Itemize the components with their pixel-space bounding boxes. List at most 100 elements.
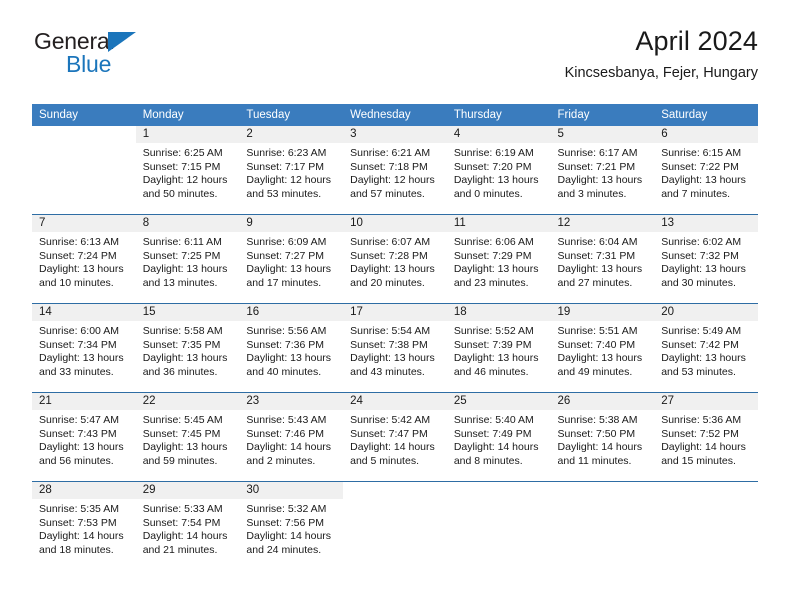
day-sun-details: Sunrise: 5:52 AM Sunset: 7:39 PM Dayligh… <box>453 325 539 378</box>
day-cell[interactable]: 4 Sunrise: 6:19 AM Sunset: 7:20 PM Daylig… <box>446 126 551 215</box>
day-number: 19 <box>550 304 655 321</box>
day-number: 15 <box>135 304 240 321</box>
calendar-grid: Sunday Monday Tuesday Wednesday Thursday… <box>32 104 758 570</box>
day-number: 7 <box>32 215 136 232</box>
day-sun-details: Sunrise: 6:21 AM Sunset: 7:18 PM Dayligh… <box>350 147 435 200</box>
day-cell-inner: 26 Sunrise: 5:38 AM Sunset: 7:50 PM Dayli… <box>550 393 655 481</box>
general-blue-logo[interactable]: General Blue <box>34 30 214 76</box>
day-cell[interactable]: 8 Sunrise: 6:11 AM Sunset: 7:25 PM Daylig… <box>135 214 240 304</box>
weekday-header-row: Sunday Monday Tuesday Wednesday Thursday… <box>32 104 758 126</box>
day-cell[interactable]: 1 Sunrise: 6:25 AM Sunset: 7:15 PM Daylig… <box>135 126 240 215</box>
day-sun-details <box>32 143 136 147</box>
day-cell[interactable]: 26 Sunrise: 5:38 AM Sunset: 7:50 PM Dayli… <box>550 392 655 482</box>
day-cell[interactable]: 25 Sunrise: 5:40 AM Sunset: 7:49 PM Dayli… <box>446 392 551 482</box>
day-cell[interactable]: 5 Sunrise: 6:17 AM Sunset: 7:21 PM Daylig… <box>550 126 655 215</box>
day-number: 30 <box>239 482 344 499</box>
triangle-icon <box>108 32 136 52</box>
day-cell[interactable]: 29 Sunrise: 5:33 AM Sunset: 7:54 PM Dayli… <box>135 481 240 570</box>
day-cell-inner <box>446 482 551 570</box>
day-cell[interactable]: 24 Sunrise: 5:42 AM Sunset: 7:47 PM Dayli… <box>343 392 447 482</box>
day-sun-details: Sunrise: 6:00 AM Sunset: 7:34 PM Dayligh… <box>39 325 124 378</box>
day-number <box>550 482 655 499</box>
day-cell[interactable]: 22 Sunrise: 5:45 AM Sunset: 7:45 PM Dayli… <box>135 392 240 482</box>
day-cell-inner: 5 Sunrise: 6:17 AM Sunset: 7:21 PM Daylig… <box>550 126 655 214</box>
day-cell-inner: 17 Sunrise: 5:54 AM Sunset: 7:38 PM Dayli… <box>343 304 447 392</box>
day-sun-details: Sunrise: 5:56 AM Sunset: 7:36 PM Dayligh… <box>246 325 332 378</box>
day-number: 9 <box>239 215 344 232</box>
day-sun-details: Sunrise: 6:07 AM Sunset: 7:28 PM Dayligh… <box>350 236 435 289</box>
day-cell[interactable]: 2 Sunrise: 6:23 AM Sunset: 7:17 PM Daylig… <box>239 126 344 215</box>
day-cell-empty <box>32 126 136 215</box>
day-cell-empty <box>550 481 655 570</box>
day-cell[interactable]: 3 Sunrise: 6:21 AM Sunset: 7:18 PM Daylig… <box>343 126 447 215</box>
day-cell[interactable]: 14 Sunrise: 6:00 AM Sunset: 7:34 PM Dayli… <box>32 303 136 393</box>
day-sun-details: Sunrise: 5:43 AM Sunset: 7:46 PM Dayligh… <box>246 414 332 467</box>
day-cell-inner: 2 Sunrise: 6:23 AM Sunset: 7:17 PM Daylig… <box>239 126 344 214</box>
day-sun-details: Sunrise: 6:09 AM Sunset: 7:27 PM Dayligh… <box>246 236 332 289</box>
day-cell[interactable]: 15 Sunrise: 5:58 AM Sunset: 7:35 PM Dayli… <box>135 303 240 393</box>
day-number: 17 <box>343 304 447 321</box>
day-cell[interactable]: 17 Sunrise: 5:54 AM Sunset: 7:38 PM Dayli… <box>343 303 447 393</box>
day-cell[interactable]: 21 Sunrise: 5:47 AM Sunset: 7:43 PM Dayli… <box>32 392 136 482</box>
day-sun-details: Sunrise: 5:45 AM Sunset: 7:45 PM Dayligh… <box>142 414 228 467</box>
day-cell[interactable]: 11 Sunrise: 6:06 AM Sunset: 7:29 PM Dayli… <box>446 214 551 304</box>
day-cell[interactable]: 28 Sunrise: 5:35 AM Sunset: 7:53 PM Dayli… <box>32 481 136 570</box>
day-sun-details: Sunrise: 6:25 AM Sunset: 7:15 PM Dayligh… <box>142 147 228 200</box>
day-number: 29 <box>135 482 240 499</box>
day-sun-details: Sunrise: 5:47 AM Sunset: 7:43 PM Dayligh… <box>39 414 124 467</box>
day-cell[interactable]: 13 Sunrise: 6:02 AM Sunset: 7:32 PM Dayli… <box>654 214 758 304</box>
logo-text-blue: Blue <box>66 51 112 77</box>
day-cell-inner: 18 Sunrise: 5:52 AM Sunset: 7:39 PM Dayli… <box>446 304 551 392</box>
day-number: 26 <box>550 393 655 410</box>
day-cell[interactable]: 23 Sunrise: 5:43 AM Sunset: 7:46 PM Dayli… <box>239 392 344 482</box>
day-number: 10 <box>343 215 447 232</box>
day-number <box>654 482 758 499</box>
calendar-week-row: 28 Sunrise: 5:35 AM Sunset: 7:53 PM Dayli… <box>32 481 758 570</box>
day-sun-details: Sunrise: 5:42 AM Sunset: 7:47 PM Dayligh… <box>350 414 435 467</box>
day-number: 20 <box>654 304 758 321</box>
day-cell-inner: 1 Sunrise: 6:25 AM Sunset: 7:15 PM Daylig… <box>135 126 240 214</box>
day-cell-inner: 23 Sunrise: 5:43 AM Sunset: 7:46 PM Dayli… <box>239 393 344 481</box>
day-sun-details: Sunrise: 5:36 AM Sunset: 7:52 PM Dayligh… <box>661 414 746 467</box>
page-title: April 2024 <box>635 26 758 56</box>
day-sun-details: Sunrise: 6:02 AM Sunset: 7:32 PM Dayligh… <box>661 236 746 289</box>
day-cell-inner <box>550 482 655 570</box>
day-cell[interactable]: 9 Sunrise: 6:09 AM Sunset: 7:27 PM Daylig… <box>239 214 344 304</box>
day-cell[interactable]: 6 Sunrise: 6:15 AM Sunset: 7:22 PM Daylig… <box>654 126 758 215</box>
day-cell-inner: 12 Sunrise: 6:04 AM Sunset: 7:31 PM Dayli… <box>550 215 655 303</box>
day-number: 21 <box>32 393 136 410</box>
day-number: 22 <box>135 393 240 410</box>
weekday-header-tuesday: Tuesday <box>239 104 344 126</box>
day-number: 11 <box>446 215 551 232</box>
day-cell-empty <box>446 481 551 570</box>
day-cell-inner: 16 Sunrise: 5:56 AM Sunset: 7:36 PM Dayli… <box>239 304 344 392</box>
day-cell[interactable]: 20 Sunrise: 5:49 AM Sunset: 7:42 PM Dayli… <box>654 303 758 393</box>
day-cell[interactable]: 30 Sunrise: 5:32 AM Sunset: 7:56 PM Dayli… <box>239 481 344 570</box>
day-cell[interactable]: 18 Sunrise: 5:52 AM Sunset: 7:39 PM Dayli… <box>446 303 551 393</box>
day-cell[interactable]: 16 Sunrise: 5:56 AM Sunset: 7:36 PM Dayli… <box>239 303 344 393</box>
day-cell-inner: 6 Sunrise: 6:15 AM Sunset: 7:22 PM Daylig… <box>654 126 758 214</box>
page-header: General Blue April 2024 Kincsesbanya, Fe… <box>32 24 758 96</box>
day-cell[interactable]: 12 Sunrise: 6:04 AM Sunset: 7:31 PM Dayli… <box>550 214 655 304</box>
day-cell-empty <box>343 481 447 570</box>
day-cell[interactable]: 27 Sunrise: 5:36 AM Sunset: 7:52 PM Dayli… <box>654 392 758 482</box>
day-cell-inner: 20 Sunrise: 5:49 AM Sunset: 7:42 PM Dayli… <box>654 304 758 392</box>
day-cell-inner: 8 Sunrise: 6:11 AM Sunset: 7:25 PM Daylig… <box>135 215 240 303</box>
day-cell[interactable]: 7 Sunrise: 6:13 AM Sunset: 7:24 PM Daylig… <box>32 214 136 304</box>
day-sun-details: Sunrise: 6:15 AM Sunset: 7:22 PM Dayligh… <box>661 147 746 200</box>
day-cell[interactable]: 19 Sunrise: 5:51 AM Sunset: 7:40 PM Dayli… <box>550 303 655 393</box>
calendar-page: General Blue April 2024 Kincsesbanya, Fe… <box>0 24 792 612</box>
day-number: 1 <box>135 126 240 143</box>
day-sun-details: Sunrise: 5:35 AM Sunset: 7:53 PM Dayligh… <box>39 503 124 556</box>
day-cell[interactable]: 10 Sunrise: 6:07 AM Sunset: 7:28 PM Dayli… <box>343 214 447 304</box>
day-number: 12 <box>550 215 655 232</box>
day-cell-inner: 30 Sunrise: 5:32 AM Sunset: 7:56 PM Dayli… <box>239 482 344 570</box>
day-sun-details: Sunrise: 6:19 AM Sunset: 7:20 PM Dayligh… <box>453 147 539 200</box>
day-sun-details: Sunrise: 5:40 AM Sunset: 7:49 PM Dayligh… <box>453 414 539 467</box>
day-number <box>446 482 551 499</box>
day-sun-details: Sunrise: 5:58 AM Sunset: 7:35 PM Dayligh… <box>142 325 228 378</box>
day-cell-inner: 15 Sunrise: 5:58 AM Sunset: 7:35 PM Dayli… <box>135 304 240 392</box>
day-cell-inner: 9 Sunrise: 6:09 AM Sunset: 7:27 PM Daylig… <box>239 215 344 303</box>
weekday-header-thursday: Thursday <box>446 104 551 126</box>
calendar-week-row: 1 Sunrise: 6:25 AM Sunset: 7:15 PM Daylig… <box>32 126 758 215</box>
